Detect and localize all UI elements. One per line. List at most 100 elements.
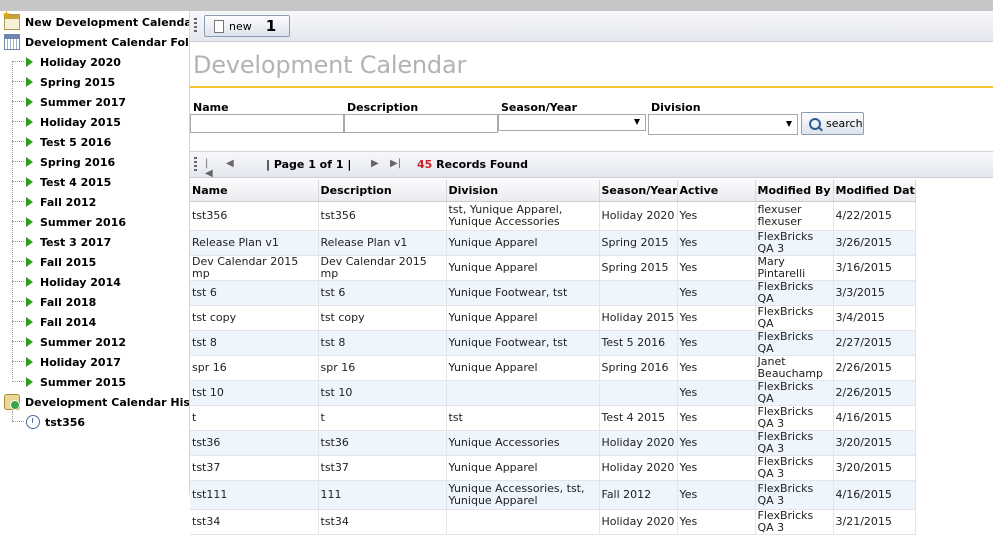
column-header-modified-by[interactable]: Modified By <box>755 180 834 202</box>
cell-modified-by: FlexBricks QA 3 <box>755 509 834 535</box>
table-row[interactable]: tst copy tst copy Yunique Apparel Holiday 2… <box>190 305 916 331</box>
cell-season: Holiday 2020 <box>599 201 678 231</box>
tree-history-item[interactable]: tst356 <box>12 412 85 432</box>
last-page-icon[interactable]: ▶| <box>390 159 401 169</box>
table-row[interactable]: Dev Calendar 2015 mp Dev Calendar 2015 mp… <box>190 255 916 281</box>
cell-active: Yes <box>677 201 756 231</box>
table-row[interactable]: spr 16 spr 16 Yunique Apparel Spring 2016 Ye… <box>190 355 916 381</box>
tree-item[interactable]: Fall 2014 <box>12 312 96 332</box>
cell-modified-date: 3/16/2015 <box>833 255 916 281</box>
expand-arrow-icon <box>26 137 33 147</box>
tree-item[interactable]: Test 5 2016 <box>12 132 111 152</box>
cell-description: Release Plan v1 <box>318 230 447 256</box>
cell-season: Holiday 2020 <box>599 455 678 481</box>
tree-item-label: Summer 2016 <box>40 215 127 229</box>
tree-item[interactable]: Spring 2015 <box>12 72 115 92</box>
cell-description: Dev Calendar 2015 mp <box>318 255 447 281</box>
tree-item[interactable]: Test 4 2015 <box>12 172 111 192</box>
cell-name: tst36 <box>190 430 319 456</box>
cell-description: tst 10 <box>318 380 447 406</box>
cell-description: tst 8 <box>318 330 447 356</box>
cell-description: 111 <box>318 480 447 510</box>
division-filter-select[interactable] <box>648 114 798 135</box>
tree-item[interactable]: Summer 2016 <box>12 212 126 232</box>
cell-modified-by: flexuser flexuser <box>755 201 834 231</box>
tree-item[interactable]: Spring 2016 <box>12 152 115 172</box>
table-row[interactable]: tst356 tst356 tst, Yunique Apparel, Yuniqu… <box>190 201 916 231</box>
table-row[interactable]: tst 10 tst 10 Yes FlexBricks QA 2/26/2015 <box>190 380 916 406</box>
table-row[interactable]: tst111 111 Yunique Accessories, tst, Yuniq… <box>190 480 916 510</box>
tree-item-label: Fall 2014 <box>40 315 97 329</box>
table-row[interactable]: tst37 tst37 Yunique Apparel Holiday 2020 Yes… <box>190 455 916 481</box>
cell-active: Yes <box>677 455 756 481</box>
expand-arrow-icon <box>26 237 33 247</box>
tree-item[interactable]: Holiday 2014 <box>12 272 121 292</box>
expand-arrow-icon <box>26 97 33 107</box>
table-row[interactable]: tst 8 tst 8 Yunique Footwear, tst Test 5 20… <box>190 330 916 356</box>
tree-item[interactable]: Holiday 2017 <box>12 352 121 372</box>
calendar-folder-icon <box>4 34 20 50</box>
column-header-modified-date[interactable]: Modified Date <box>833 180 916 202</box>
table-row[interactable]: Release Plan v1 Release Plan v1 Yunique Ap… <box>190 230 916 256</box>
column-header-description[interactable]: Description <box>318 180 447 202</box>
season-filter-label: Season/Year <box>501 101 578 114</box>
tree-item[interactable]: Test 3 2017 <box>12 232 111 252</box>
records-count: 45 <box>417 158 433 171</box>
cell-division: Yunique Footwear, tst <box>446 280 600 306</box>
tree-item-label: Summer 2012 <box>40 335 127 349</box>
cell-modified-date: 3/26/2015 <box>833 230 916 256</box>
page-indicator: | Page 1 of 1 | <box>266 158 352 171</box>
column-header-season[interactable]: Season/Year <box>599 180 678 202</box>
tree-new-calendar[interactable]: New Development Calendar <box>2 11 189 32</box>
cell-division: Yunique Apparel <box>446 305 600 331</box>
calendar-history-icon <box>4 394 20 410</box>
column-header-active[interactable]: Active <box>677 180 756 202</box>
cell-season: Test 5 2016 <box>599 330 678 356</box>
first-page-icon[interactable]: |◀ <box>205 159 215 179</box>
cell-name: Dev Calendar 2015 mp <box>190 255 319 281</box>
cell-modified-date: 3/4/2015 <box>833 305 916 331</box>
table-row[interactable]: t t tst Test 4 2015 Yes FlexBricks QA 3 4/16/2… <box>190 405 916 431</box>
tree-calendar-history[interactable]: Development Calendar History <box>4 392 189 412</box>
tree-calendar-folder[interactable]: Development Calendar Folder <box>4 32 189 52</box>
cell-division <box>446 380 600 406</box>
cell-active: Yes <box>677 280 756 306</box>
tree-item[interactable]: Summer 2017 <box>12 92 126 112</box>
cell-active: Yes <box>677 255 756 281</box>
cell-season: Spring 2015 <box>599 255 678 281</box>
search-button[interactable]: search <box>801 112 864 135</box>
expand-arrow-icon <box>26 357 33 367</box>
tree-item[interactable]: Fall 2012 <box>12 192 96 212</box>
clock-icon <box>26 415 40 429</box>
new-calendar-icon <box>2 11 20 30</box>
new-button-label: new <box>229 19 252 33</box>
table-row[interactable]: tst36 tst36 Yunique Accessories Holiday 202… <box>190 430 916 456</box>
tree-item-label: Spring 2015 <box>40 75 116 89</box>
tree-item[interactable]: Holiday 2015 <box>12 112 121 132</box>
cell-season: Spring 2015 <box>599 230 678 256</box>
main-panel: new 1 Development Calendar Name Descript… <box>190 11 993 535</box>
tree-item[interactable]: Holiday 2020 <box>12 52 121 72</box>
tree-item[interactable]: Summer 2012 <box>12 332 126 352</box>
document-icon <box>214 19 224 33</box>
cell-active: Yes <box>677 509 756 535</box>
cell-active: Yes <box>677 480 756 510</box>
season-filter-select[interactable] <box>498 114 646 131</box>
cell-division: tst <box>446 405 600 431</box>
next-page-icon[interactable]: ▶ <box>371 159 381 169</box>
table-row[interactable]: tst34 tst34 Holiday 2020 Yes FlexBricks QA 3… <box>190 509 916 535</box>
new-button[interactable]: new 1 <box>204 15 290 37</box>
description-filter-input[interactable] <box>344 114 498 133</box>
prev-page-icon[interactable]: ◀ <box>226 159 236 169</box>
cell-modified-date: 4/16/2015 <box>833 480 916 510</box>
tree-item[interactable]: Fall 2018 <box>12 292 96 312</box>
column-header-division[interactable]: Division <box>446 180 600 202</box>
column-header-name[interactable]: Name <box>190 180 319 202</box>
cell-season: Fall 2012 <box>599 480 678 510</box>
tree-item[interactable]: Summer 2015 <box>12 372 126 392</box>
table-row[interactable]: tst 6 tst 6 Yunique Footwear, tst Yes FlexBr… <box>190 280 916 306</box>
cell-modified-by: FlexBricks QA <box>755 330 834 356</box>
expand-arrow-icon <box>26 117 33 127</box>
tree-item[interactable]: Fall 2015 <box>12 252 96 272</box>
name-filter-input[interactable] <box>190 114 344 133</box>
